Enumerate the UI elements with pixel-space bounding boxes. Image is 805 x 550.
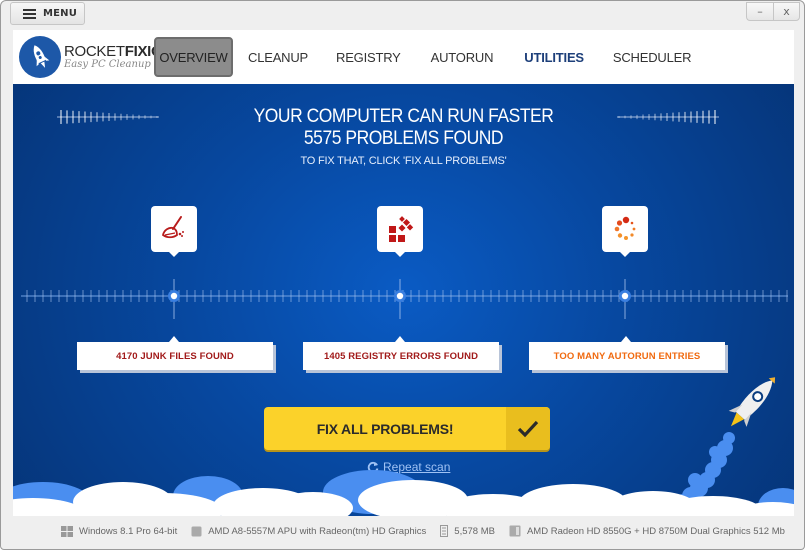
tab-utilities[interactable]: UTILITIES bbox=[524, 37, 584, 77]
system-info-bar: Windows 8.1 Pro 64-bit AMD A8-5557M APU … bbox=[61, 521, 801, 541]
minimize-icon: – bbox=[757, 5, 763, 18]
headline-title: YOUR COMPUTER CAN RUN FASTER bbox=[253, 106, 554, 127]
headline-hint: TO FIX THAT, CLICK 'FIX ALL PROBLEMS' bbox=[300, 155, 507, 167]
cpu-info: AMD A8-5557M APU with Radeon(tm) HD Grap… bbox=[191, 526, 426, 537]
os-info: Windows 8.1 Pro 64-bit bbox=[61, 525, 178, 537]
memory-icon bbox=[440, 525, 449, 537]
scan-summary: YOUR COMPUTER CAN RUN FASTER 5575 PROBLE… bbox=[13, 106, 794, 167]
overview-panel: YOUR COMPUTER CAN RUN FASTER 5575 PROBLE… bbox=[13, 84, 794, 516]
rocket-logo-icon bbox=[19, 36, 61, 78]
checkmark-icon bbox=[506, 407, 550, 450]
clouds-decoration bbox=[13, 470, 794, 516]
close-icon: x bbox=[783, 5, 790, 18]
timeline-node bbox=[170, 292, 178, 300]
header: ROCKETFIXIO Easy PC Cleanup OVERVIEW CLE… bbox=[13, 30, 794, 84]
tab-scheduler[interactable]: SCHEDULER bbox=[613, 37, 692, 77]
graphics-card-icon bbox=[509, 525, 521, 537]
autorun-card bbox=[602, 206, 648, 257]
fix-all-problems-button[interactable]: FIX ALL PROBLEMS! bbox=[264, 407, 550, 450]
main-nav: OVERVIEW CLEANUP REGISTRY AUTORUN UTILIT… bbox=[154, 37, 691, 77]
cpu-icon bbox=[191, 526, 202, 536]
junk-files-result: 4170 JUNK FILES FOUND bbox=[77, 336, 273, 370]
cpu-label: AMD A8-5557M APU with Radeon(tm) HD Grap… bbox=[208, 525, 427, 537]
menu-label: MENU bbox=[43, 8, 78, 19]
hamburger-icon bbox=[23, 9, 36, 19]
tab-autorun[interactable]: AUTORUN bbox=[431, 37, 494, 77]
app-window: MENU – x ROCKETFIXIO Easy PC Cleanup OVE… bbox=[0, 0, 805, 550]
tab-registry[interactable]: REGISTRY bbox=[336, 37, 401, 77]
tab-overview[interactable]: OVERVIEW bbox=[154, 37, 233, 77]
registry-blocks-icon bbox=[389, 216, 414, 242]
timeline-node bbox=[621, 292, 629, 300]
progress-timeline bbox=[21, 279, 788, 319]
gpu-info: AMD Radeon HD 8550G + HD 8750M Dual Grap… bbox=[509, 525, 785, 537]
close-button[interactable]: x bbox=[773, 2, 800, 21]
window-controls: – x bbox=[746, 2, 800, 21]
brand-tagline: Easy PC Cleanup bbox=[64, 59, 151, 70]
gpu-label: AMD Radeon HD 8550G + HD 8750M Dual Grap… bbox=[526, 525, 785, 537]
junk-files-card bbox=[151, 206, 197, 257]
brand-name: ROCKETFIXIO bbox=[64, 43, 163, 60]
timeline-node bbox=[396, 292, 404, 300]
menu-button[interactable]: MENU bbox=[10, 2, 85, 25]
fix-all-label: FIX ALL PROBLEMS! bbox=[316, 420, 454, 437]
broom-icon bbox=[162, 216, 184, 239]
spinner-dots-icon bbox=[614, 216, 636, 240]
tab-cleanup[interactable]: CLEANUP bbox=[248, 37, 308, 77]
os-label: Windows 8.1 Pro 64-bit bbox=[79, 525, 178, 537]
minimize-button[interactable]: – bbox=[746, 2, 773, 21]
logo: ROCKETFIXIO Easy PC Cleanup bbox=[19, 36, 163, 78]
problems-count: 5575 PROBLEMS FOUND bbox=[303, 128, 504, 149]
ram-label: 5,578 MB bbox=[454, 525, 495, 537]
windows-icon bbox=[61, 525, 73, 537]
titlebar: MENU – x bbox=[1, 1, 804, 29]
registry-card bbox=[377, 206, 423, 257]
registry-errors-result: 1405 REGISTRY ERRORS FOUND bbox=[303, 336, 499, 370]
ram-info: 5,578 MB bbox=[440, 525, 495, 537]
